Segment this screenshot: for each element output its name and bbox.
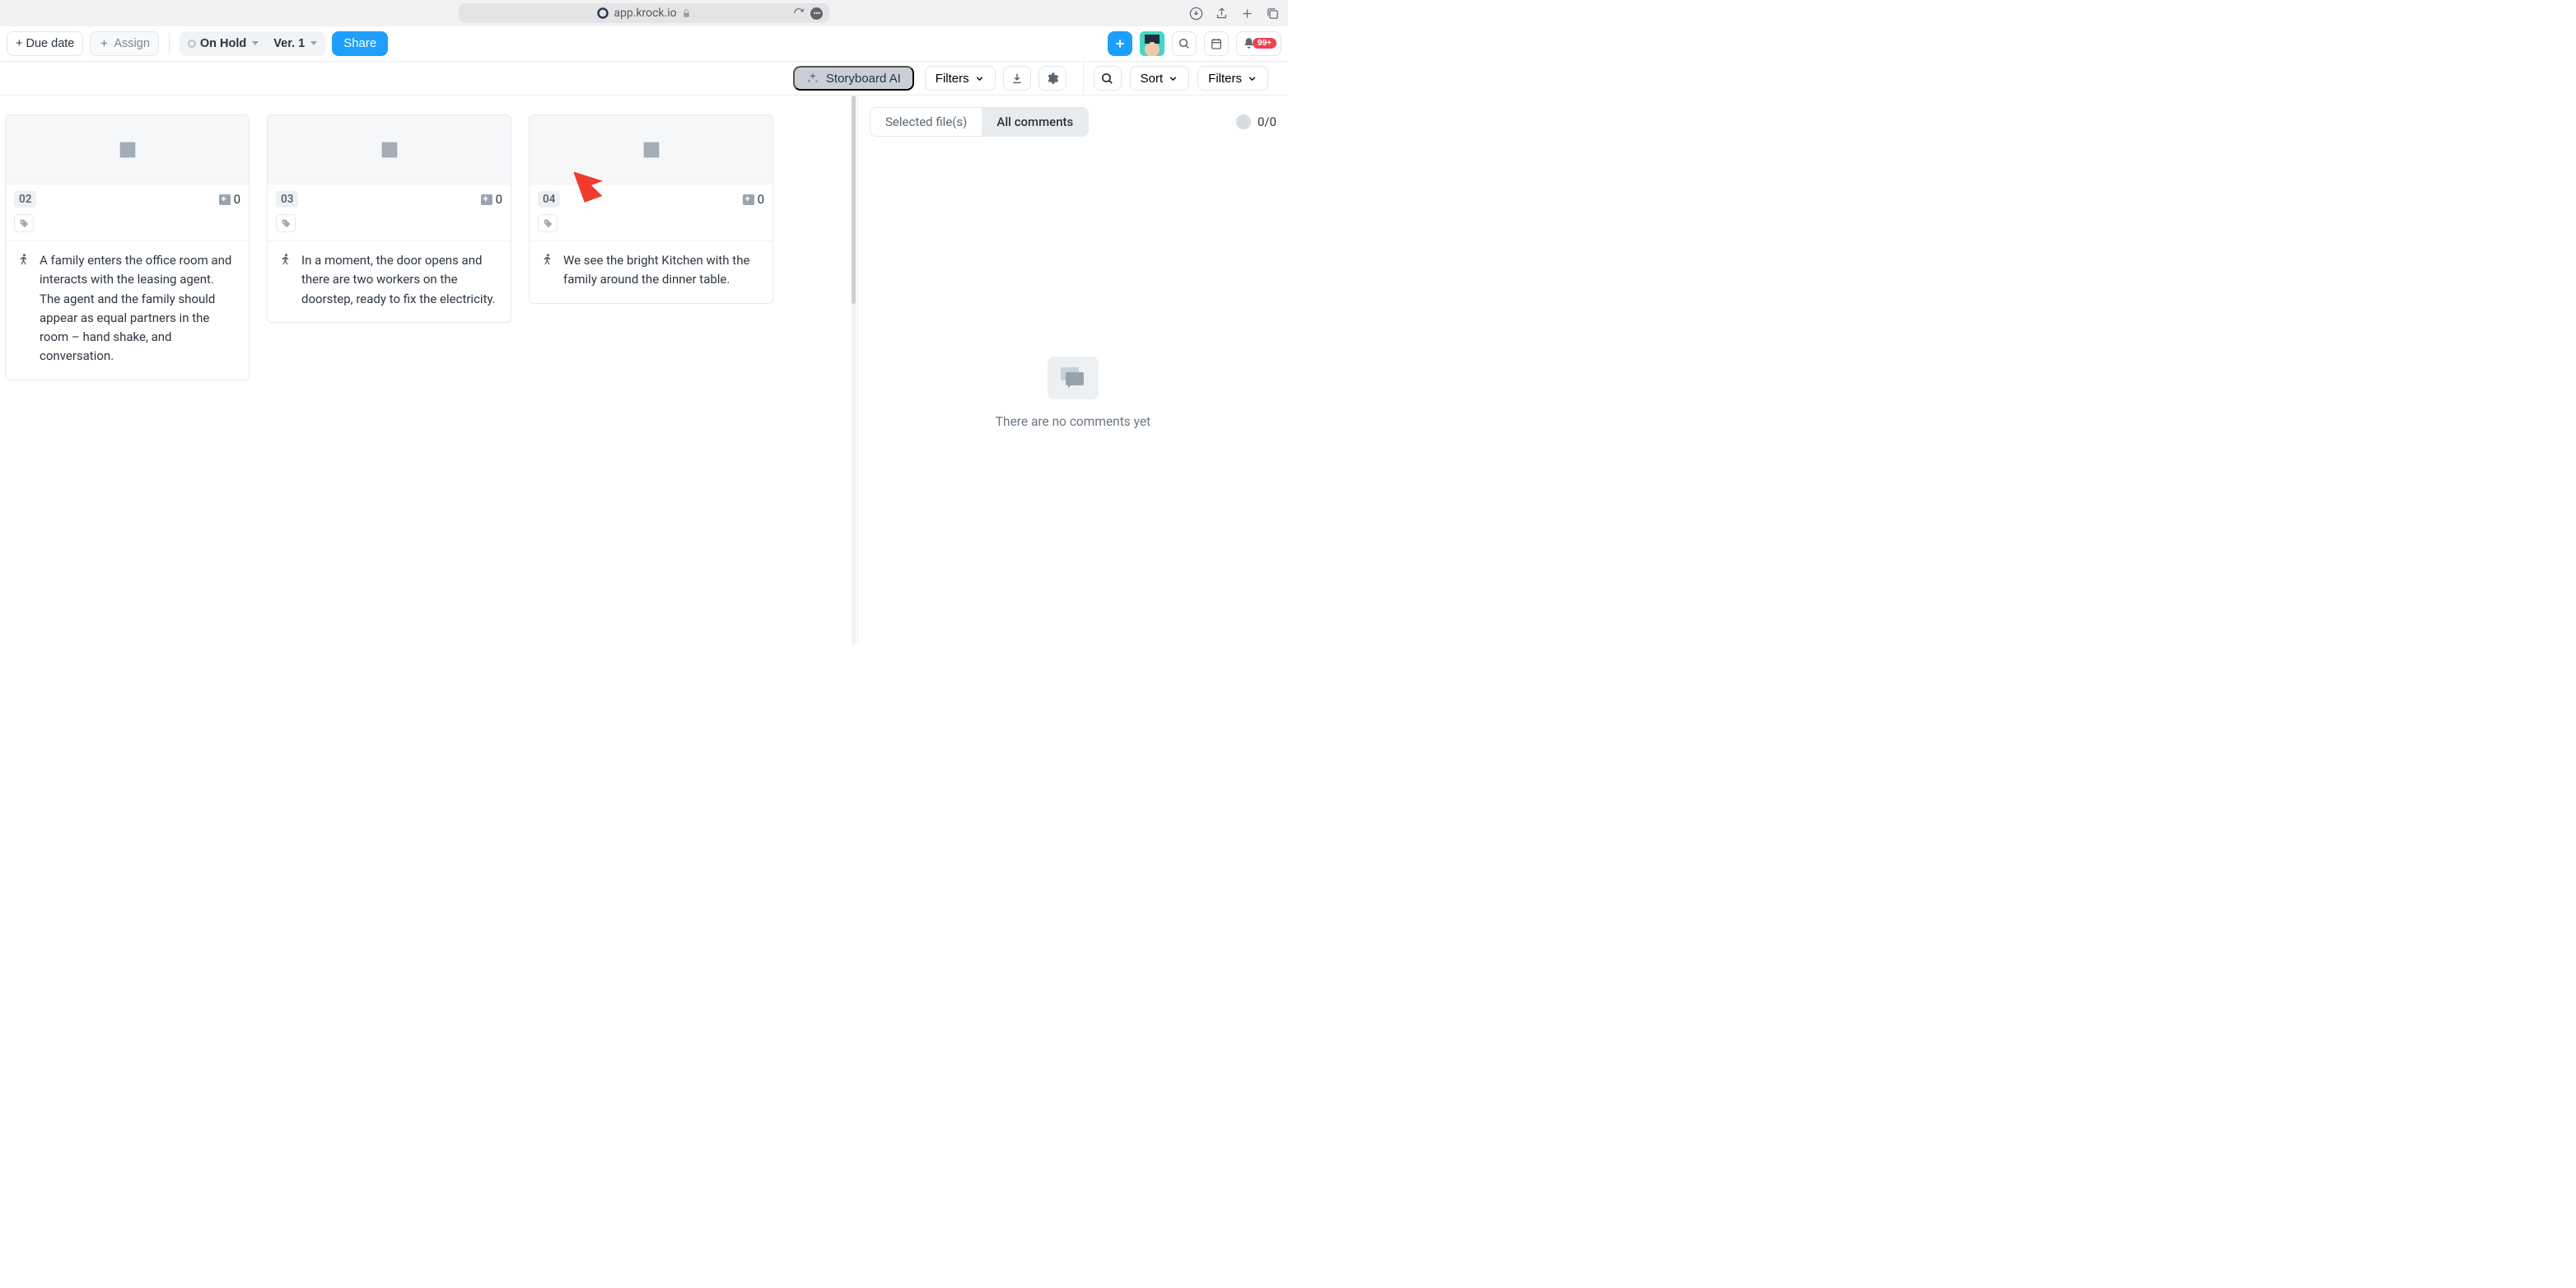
- search-button[interactable]: [1172, 31, 1197, 56]
- sort-button[interactable]: Sort: [1130, 66, 1190, 91]
- notifications-button[interactable]: 99+: [1236, 31, 1281, 56]
- card-image-placeholder: [530, 115, 772, 184]
- comments-panel: Selected file(s) All comments 0/0 There …: [857, 96, 1288, 644]
- url-bar[interactable]: app.krock.io •••: [459, 3, 829, 23]
- card-number: 03: [276, 191, 298, 208]
- add-comment-icon: [219, 194, 231, 205]
- chevron-down-icon: [310, 41, 317, 45]
- tab-selected-files[interactable]: Selected file(s): [870, 108, 982, 136]
- header-right: 99+: [1108, 31, 1281, 56]
- comments-tabs-row: Selected file(s) All comments 0/0: [858, 96, 1288, 142]
- refresh-icon[interactable]: [793, 7, 805, 19]
- card-number: 02: [14, 191, 36, 208]
- storyboard-card[interactable]: 03 0 In a moment, the door opens and the…: [267, 114, 511, 323]
- sub-header: Storyboard AI Filters Sort Filters: [0, 61, 1288, 96]
- pose-icon: [541, 253, 555, 290]
- site-favicon-icon: [597, 7, 609, 19]
- tag-icon[interactable]: [14, 214, 34, 232]
- pose-icon: [17, 253, 31, 366]
- divider: [169, 33, 170, 54]
- due-date-button[interactable]: + Due date: [7, 31, 83, 56]
- tag-icon[interactable]: [538, 214, 558, 232]
- empty-comments-state: There are no comments yet: [858, 142, 1288, 644]
- more-dots-icon[interactable]: •••: [810, 7, 823, 20]
- side-filters-button[interactable]: Filters: [1197, 66, 1268, 91]
- count-dot-icon: [1236, 114, 1251, 129]
- comments-count: 0/0: [1236, 114, 1276, 129]
- browser-right-icons: [1189, 7, 1280, 21]
- app-header: + Due date Assign On Hold Ver. 1 Share 9…: [0, 26, 1288, 61]
- browser-chrome: app.krock.io •••: [0, 0, 1288, 26]
- storyboard-grid: 02 0 A family enters the office room and…: [0, 96, 857, 644]
- add-comment-icon: [743, 194, 754, 205]
- settings-button[interactable]: [1038, 66, 1066, 91]
- assign-button[interactable]: Assign: [90, 31, 159, 56]
- tag-icon[interactable]: [276, 214, 296, 232]
- empty-comments-text: There are no comments yet: [996, 414, 1150, 429]
- url-text: app.krock.io: [614, 7, 676, 20]
- download-button[interactable]: [1003, 66, 1031, 91]
- board-filters-button[interactable]: Filters: [925, 66, 996, 91]
- status-dot-icon: [188, 40, 196, 48]
- sparkle-icon: [806, 72, 819, 85]
- pose-icon: [279, 253, 293, 309]
- storyboard-card[interactable]: 02 0 A family enters the office room and…: [5, 114, 250, 380]
- storyboard-card[interactable]: 04 0 We see the bright Kitchen with the …: [529, 114, 773, 304]
- card-description: We see the bright Kitchen with the famil…: [563, 251, 761, 290]
- new-tab-icon[interactable]: [1240, 7, 1254, 21]
- card-description: In a moment, the door opens and there ar…: [301, 251, 499, 309]
- comments-tabs: Selected file(s) All comments: [870, 107, 1089, 137]
- scrollbar-thumb[interactable]: [852, 96, 856, 304]
- card-image-placeholder: [6, 115, 249, 184]
- share-icon[interactable]: [1215, 7, 1229, 21]
- status-select[interactable]: On Hold Ver. 1: [180, 31, 325, 56]
- chevron-down-icon: [252, 41, 259, 45]
- card-comment-count[interactable]: 0: [219, 192, 240, 207]
- empty-comments-icon: [1048, 357, 1099, 399]
- downloads-icon[interactable]: [1189, 7, 1203, 21]
- calendar-button[interactable]: [1204, 31, 1229, 56]
- add-comment-icon: [481, 194, 492, 205]
- share-button[interactable]: Share: [332, 31, 388, 56]
- side-search-button[interactable]: [1094, 66, 1122, 91]
- user-avatar[interactable]: [1140, 31, 1164, 56]
- app-body: 02 0 A family enters the office room and…: [0, 96, 1288, 644]
- add-button[interactable]: [1108, 31, 1132, 56]
- card-image-placeholder: [268, 115, 511, 184]
- tabs-icon[interactable]: [1266, 7, 1280, 21]
- tab-all-comments[interactable]: All comments: [982, 108, 1088, 136]
- card-comment-count[interactable]: 0: [481, 192, 502, 207]
- card-description: A family enters the office room and inte…: [40, 251, 237, 366]
- card-comment-count[interactable]: 0: [743, 192, 764, 207]
- lock-icon: [682, 9, 691, 18]
- storyboard-ai-button[interactable]: Storyboard AI: [793, 66, 914, 91]
- card-number: 04: [538, 191, 560, 208]
- notification-badge: 99+: [1253, 38, 1276, 49]
